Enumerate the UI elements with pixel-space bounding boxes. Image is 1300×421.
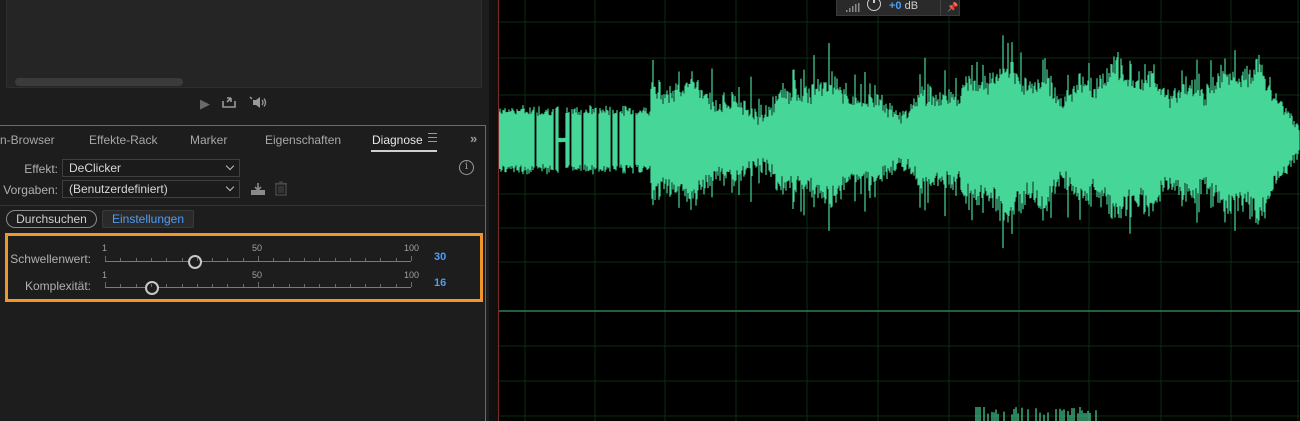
slider-tick: [120, 284, 122, 287]
slider-tick: [242, 284, 244, 287]
slider-tick: [334, 284, 336, 287]
tab-marker[interactable]: Marker: [190, 133, 227, 147]
slider-tick: [181, 258, 183, 261]
playhead-line[interactable]: [498, 0, 499, 421]
slider-tick: [380, 258, 382, 261]
tab-media-browser[interactable]: n-Browser: [0, 133, 55, 147]
effect-select[interactable]: DeClicker: [62, 159, 240, 177]
play-icon[interactable]: ▶: [200, 96, 210, 112]
slider-tick: [319, 258, 321, 261]
tab-diagnose[interactable]: Diagnose: [372, 133, 423, 147]
slider-tick: [227, 284, 229, 287]
slider-tick: [395, 258, 397, 261]
slider-tick: [411, 256, 412, 261]
slider-tick: [181, 284, 183, 287]
divider: [940, 0, 941, 16]
slider-tick: [288, 258, 290, 261]
trash-icon[interactable]: [275, 181, 287, 196]
hud-gain-readout[interactable]: +0 dB: [889, 0, 918, 12]
slider-tick: [349, 258, 351, 261]
presets-select-value: (Benutzerdefiniert): [69, 182, 168, 196]
slider-tick: [288, 284, 290, 287]
slider-tick: [273, 258, 275, 261]
loop-icon[interactable]: [222, 96, 237, 112]
slider-tick: [411, 282, 412, 287]
pin-icon[interactable]: 📌: [947, 2, 958, 13]
slider-tick: [258, 256, 259, 261]
hud-gain-unit: dB: [904, 0, 919, 12]
slider-tick: [227, 258, 229, 261]
chevron-down-icon: [225, 182, 235, 192]
divider: [0, 205, 485, 206]
waveform-editor[interactable]: [498, 0, 1300, 421]
slider-tick: [120, 258, 122, 261]
effect-label: Effekt:: [24, 162, 58, 176]
info-icon[interactable]: i: [459, 160, 474, 175]
settings-mode-button[interactable]: Einstellungen: [102, 210, 194, 228]
scan-mode-button[interactable]: Durchsuchen: [6, 210, 97, 228]
slider-tick: [135, 284, 137, 287]
slider-tick: [212, 258, 214, 261]
scale-min: 1: [102, 270, 108, 280]
level-meter-icon: [846, 3, 860, 12]
slider-tick: [273, 284, 275, 287]
complexity-value[interactable]: 16: [434, 277, 446, 289]
slider-tick: [365, 284, 367, 287]
preview-transport: ▶: [200, 95, 267, 113]
slider-tick: [380, 284, 382, 287]
threshold-label: Schwellenwert:: [10, 252, 91, 266]
tab-overflow-icon[interactable]: »: [470, 131, 477, 146]
slider-tick: [105, 256, 106, 261]
volume-knob-icon[interactable]: [867, 0, 881, 11]
waveform-canvas: [498, 0, 1300, 421]
threshold-value[interactable]: 30: [434, 251, 446, 263]
left-column: ▶ n-Browser Effekte-Rack Marker Eigensch…: [0, 0, 489, 421]
scale-max: 100: [404, 243, 420, 253]
hud-volume-control: +0 dB 📌: [836, 0, 960, 16]
tab-properties[interactable]: Eigenschaften: [265, 133, 341, 147]
slider-tick: [150, 258, 152, 261]
slider-tick: [196, 284, 198, 287]
effect-select-value: DeClicker: [69, 161, 122, 175]
scale-max: 100: [404, 270, 420, 280]
threshold-slider-track[interactable]: [105, 261, 411, 262]
speaker-icon[interactable]: [249, 96, 267, 112]
slider-tick: [105, 282, 106, 287]
slider-tick: [166, 258, 168, 261]
save-preset-icon[interactable]: [250, 182, 266, 196]
scale-mid: 50: [252, 243, 263, 253]
slider-tick: [135, 258, 137, 261]
slider-tick: [196, 258, 198, 261]
slider-tick: [365, 258, 367, 261]
panel-menu-icon[interactable]: [428, 133, 437, 142]
complexity-label: Komplexität:: [24, 279, 91, 293]
scale-min: 1: [102, 243, 108, 253]
hud-gain-value: +0: [889, 0, 902, 12]
waveform-channel-2: [975, 407, 1097, 421]
slider-tick: [242, 258, 244, 261]
slider-tick: [334, 258, 336, 261]
slider-tick: [349, 284, 351, 287]
presets-label: Vorgaben:: [3, 183, 58, 197]
active-tab-indicator: [371, 150, 437, 152]
preview-panel: [6, 0, 482, 88]
tab-effects-rack[interactable]: Effekte-Rack: [89, 133, 157, 147]
preview-scrollbar[interactable]: [15, 78, 183, 86]
scale-mid: 50: [252, 270, 263, 280]
slider-tick: [212, 284, 214, 287]
slider-tick: [150, 284, 152, 287]
waveform-channel-1: [498, 35, 1300, 249]
slider-tick: [303, 284, 305, 287]
panel-splitter[interactable]: [489, 0, 498, 421]
slider-tick: [319, 284, 321, 287]
threshold-slider-thumb[interactable]: [187, 255, 202, 269]
slider-tick: [303, 258, 305, 261]
presets-select[interactable]: (Benutzerdefiniert): [62, 180, 240, 198]
slider-tick: [166, 284, 168, 287]
chevron-down-icon: [225, 161, 235, 171]
slider-tick: [258, 282, 259, 287]
panel-tabbar: n-Browser Effekte-Rack Marker Eigenschaf…: [0, 126, 485, 152]
slider-tick: [395, 284, 397, 287]
